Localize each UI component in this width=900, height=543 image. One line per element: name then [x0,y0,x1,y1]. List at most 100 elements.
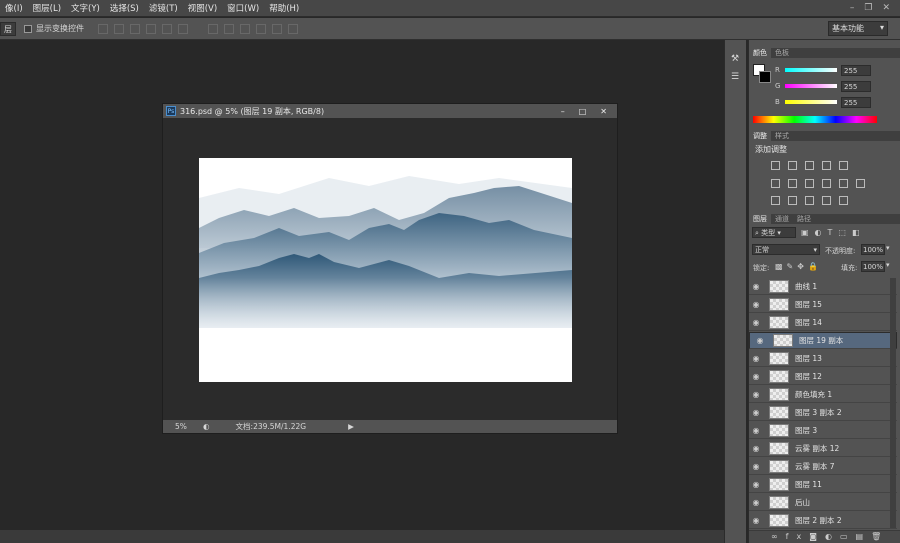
align-top-icon[interactable] [98,23,108,34]
brightness-icon[interactable] [771,161,780,170]
visibility-eye-icon[interactable]: ◉ [749,498,763,507]
auto-select-dropdown[interactable]: 层 [0,21,16,36]
visibility-eye-icon[interactable]: ◉ [753,334,767,347]
distribute-vcenter-icon[interactable] [224,23,234,34]
close-app-icon[interactable]: ✕ [882,3,890,13]
visibility-eye-icon[interactable]: ◉ [749,300,763,309]
close-doc-icon[interactable]: ✕ [600,107,607,116]
tab-color[interactable]: 颜色 [749,48,771,58]
channel-b-slider[interactable] [785,100,837,104]
menu-select[interactable]: 选择(S) [105,2,144,14]
blend-mode-dropdown[interactable]: 正常 ▾ [752,244,820,255]
align-bottom-icon[interactable] [130,23,140,34]
menu-help[interactable]: 帮助(H) [264,2,304,14]
channel-g-slider[interactable] [785,84,837,88]
distribute-right-icon[interactable] [288,23,298,34]
threshold-icon[interactable] [805,196,814,205]
visibility-eye-icon[interactable]: ◉ [749,480,763,489]
status-menu-icon[interactable]: ◐ [203,422,210,431]
layer-row[interactable]: ◉ 图层 2 副本 2 [749,512,897,529]
layer-row[interactable]: ◉ 后山 [749,494,897,511]
properties-icon[interactable]: ☰ [731,72,739,82]
layer-row[interactable]: ◉ 图层 14 [749,314,897,331]
layer-row[interactable]: ◉ 图层 11 [749,476,897,493]
gradient-map-icon[interactable] [822,196,831,205]
layer-row[interactable]: ◉ 图层 12 [749,368,897,385]
tab-channels[interactable]: 通道 [771,214,793,224]
layer-filter-icons[interactable]: ▣◐T⬚◧ [801,228,866,237]
layer-row[interactable]: ◉ 曲线 1 [749,278,897,295]
photo-filter-icon[interactable] [822,179,831,188]
distribute-left-icon[interactable] [256,23,266,34]
layer-row[interactable]: ◉ 图层 19 副本 [749,332,897,349]
menu-window[interactable]: 窗口(W) [222,2,264,14]
fill-input[interactable]: 100% [861,261,885,272]
color-lookup-icon[interactable] [856,179,865,188]
layer-row[interactable]: ◉ 颜色填充 1 [749,386,897,403]
tab-swatches[interactable]: 色板 [771,48,793,58]
curves-icon[interactable] [805,161,814,170]
posterize-icon[interactable] [788,196,797,205]
minimize-doc-icon[interactable]: – [561,107,565,116]
menu-filter[interactable]: 滤镜(T) [144,2,183,14]
channel-b-value[interactable]: 255 [841,97,871,108]
menu-view[interactable]: 视图(V) [183,2,222,14]
canvas-area[interactable] [163,118,617,420]
layer-row[interactable]: ◉ 图层 13 [749,350,897,367]
align-vcenter-icon[interactable] [114,23,124,34]
layer-row[interactable]: ◉ 云雾 副本 12 [749,440,897,457]
menu-layer[interactable]: 图层(L) [28,2,66,14]
status-arrow-icon[interactable]: ▶ [348,422,354,431]
tab-styles[interactable]: 样式 [771,131,793,141]
document-title-bar[interactable]: Ps 316.psd @ 5% (图层 19 副本, RGB/8) – □ ✕ [163,104,617,118]
maximize-doc-icon[interactable]: □ [579,107,587,116]
channel-r-value[interactable]: 255 [841,65,871,76]
align-hcenter-icon[interactable] [162,23,172,34]
layer-row[interactable]: ◉ 云雾 副本 7 [749,458,897,475]
channel-r-slider[interactable] [785,68,837,72]
layers-scrollbar[interactable] [890,278,896,528]
tab-adjustments[interactable]: 调整 [749,131,771,141]
visibility-eye-icon[interactable]: ◉ [749,426,763,435]
vibrance-icon[interactable] [839,161,848,170]
visibility-eye-icon[interactable]: ◉ [749,516,763,525]
levels-icon[interactable] [788,161,797,170]
zoom-level[interactable]: 5% [175,422,197,431]
lock-icons[interactable]: ▩✎✥🔒 [775,262,822,271]
opacity-input[interactable]: 100% [861,244,885,255]
layer-filter-dropdown[interactable]: ⌕ 类型 ▾ [752,227,796,238]
minimize-app-icon[interactable]: – [850,3,855,13]
align-left-icon[interactable] [146,23,156,34]
tab-paths[interactable]: 路径 [793,214,815,224]
color-balance-icon[interactable] [788,179,797,188]
channel-mixer-icon[interactable] [839,179,848,188]
distribute-top-icon[interactable] [208,23,218,34]
layer-row[interactable]: ◉ 图层 15 [749,296,897,313]
visibility-eye-icon[interactable]: ◉ [749,408,763,417]
color-spectrum-bar[interactable] [753,116,877,123]
visibility-eye-icon[interactable]: ◉ [749,462,763,471]
visibility-eye-icon[interactable]: ◉ [749,318,763,327]
distribute-bottom-icon[interactable] [240,23,250,34]
visibility-eye-icon[interactable]: ◉ [749,444,763,453]
layers-footer-actions[interactable]: ∞fx◙◐▭▤🗑 [749,530,900,543]
distribute-hcenter-icon[interactable] [272,23,282,34]
black-white-icon[interactable] [805,179,814,188]
selective-color-icon[interactable] [839,196,848,205]
invert-icon[interactable] [771,196,780,205]
align-right-icon[interactable] [178,23,188,34]
restore-app-icon[interactable]: ❐ [864,3,872,13]
opacity-chevron-icon[interactable]: ▾ [886,244,890,252]
layer-row[interactable]: ◉ 图层 3 [749,422,897,439]
layer-row[interactable]: ◉ 图层 3 副本 2 [749,404,897,421]
artwork-image[interactable] [199,158,572,382]
menu-image[interactable]: 像(I) [0,2,28,14]
tab-layers[interactable]: 图层 [749,214,771,224]
visibility-eye-icon[interactable]: ◉ [749,372,763,381]
hue-saturation-icon[interactable] [771,179,780,188]
channel-g-value[interactable]: 255 [841,81,871,92]
workspace-dropdown[interactable]: 基本功能 ▾ [828,21,888,36]
visibility-eye-icon[interactable]: ◉ [749,354,763,363]
visibility-eye-icon[interactable]: ◉ [749,282,763,291]
fill-chevron-icon[interactable]: ▾ [886,261,890,269]
